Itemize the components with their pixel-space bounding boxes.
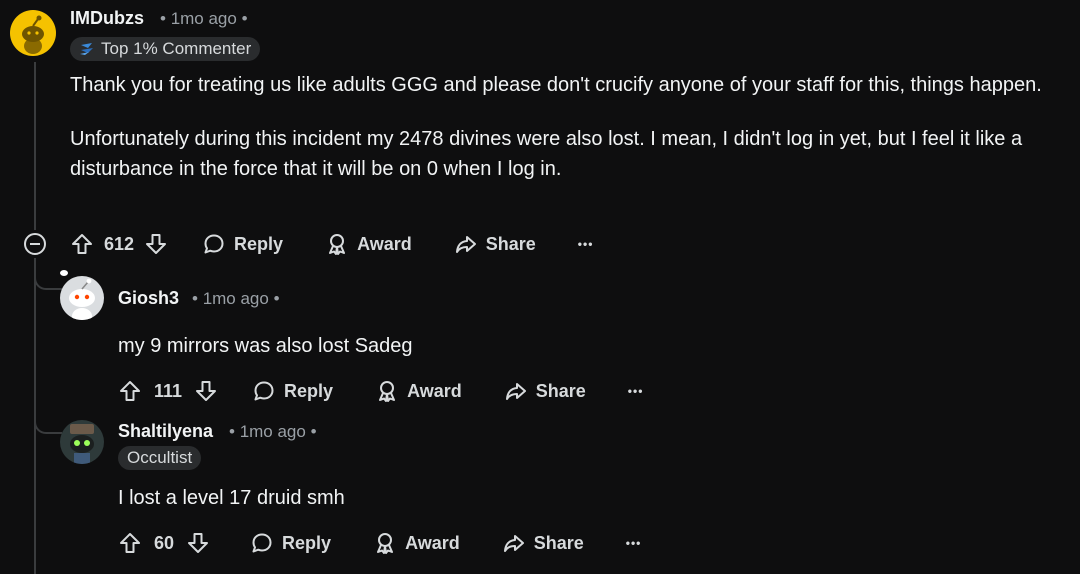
more-options-button[interactable]: ••• (628, 384, 644, 398)
reply-label: Reply (282, 532, 332, 553)
award-label: Award (407, 380, 462, 401)
upvote-arrow-icon (72, 234, 92, 254)
downvote-button[interactable] (186, 531, 210, 555)
avatar[interactable] (60, 420, 104, 464)
share-label: Share (535, 380, 586, 401)
speech-bubble-icon (254, 381, 274, 401)
user-flair: Top 1% Commenter (70, 37, 261, 61)
flair-label: Top 1% Commenter (101, 39, 252, 58)
reply-button[interactable]: Reply (202, 232, 283, 256)
downvote-arrow-icon (188, 533, 209, 553)
top-commenter-icon (80, 43, 93, 55)
upvote-arrow-icon (120, 381, 140, 401)
comment-action-bar: 60 Reply Award Share ••• (118, 527, 641, 559)
award-button[interactable]: Award (325, 232, 412, 256)
award-button[interactable]: Award (373, 531, 460, 555)
reply-button[interactable]: Reply (250, 531, 331, 555)
award-ribbon-icon (329, 234, 346, 255)
collapse-minus-icon (30, 243, 40, 245)
custom-avatar-icon (70, 424, 94, 464)
upvote-button[interactable] (70, 232, 94, 256)
flair-label: Occultist (127, 448, 193, 467)
comment-username[interactable]: Giosh3 (118, 288, 179, 309)
share-button[interactable]: Share (504, 379, 586, 403)
share-button[interactable]: Share (454, 232, 536, 256)
comment-timestamp: • 1mo ago • (229, 422, 317, 441)
share-button[interactable]: Share (502, 531, 584, 555)
award-ribbon-icon (379, 381, 396, 402)
share-label: Share (533, 532, 584, 553)
avatar[interactable] (60, 276, 104, 320)
speech-dots-decoration (60, 270, 68, 276)
share-arrow-icon (505, 383, 526, 400)
downvote-button[interactable] (194, 379, 218, 403)
vote-count: 111 (154, 380, 183, 401)
comment-username[interactable]: IMDubzs (70, 8, 144, 29)
comment-paragraph: my 9 mirrors was also lost Sadeg (118, 335, 413, 357)
comment-body: Thank you for treating us like adults GG… (70, 70, 1070, 208)
reply-label: Reply (284, 380, 334, 401)
snoo-avatar-icon (69, 278, 95, 320)
comment-paragraph: I lost a level 17 druid smh (118, 487, 345, 509)
more-options-button[interactable]: ••• (578, 237, 594, 251)
reply-label: Reply (234, 233, 284, 254)
thread-line-main (34, 62, 36, 230)
thread-branch-2 (34, 414, 62, 434)
more-options-button[interactable]: ••• (626, 536, 642, 550)
vote-count: 60 (154, 532, 175, 553)
speech-bubble-icon (252, 533, 272, 553)
comment-timestamp: • 1mo ago • (192, 289, 280, 308)
reply-button[interactable]: Reply (252, 379, 333, 403)
comment-action-bar: 111 Reply Award Share ••• (118, 375, 643, 407)
upvote-arrow-icon (120, 533, 140, 553)
award-label: Award (357, 233, 412, 254)
downvote-arrow-icon (196, 381, 217, 401)
thread-branch-1 (34, 270, 62, 290)
downvote-arrow-icon (146, 234, 167, 254)
comment-paragraph: Unfortunately during this incident my 24… (70, 128, 1023, 180)
downvote-button[interactable] (144, 232, 168, 256)
comment-action-bar: 612 Reply Award Share ••• (70, 228, 593, 260)
speech-bubble-icon (204, 234, 224, 254)
upvote-button[interactable] (118, 531, 142, 555)
upvote-button[interactable] (118, 379, 142, 403)
comment-timestamp: • 1mo ago • (160, 9, 248, 28)
share-arrow-icon (455, 236, 476, 253)
award-label: Award (405, 532, 460, 553)
share-arrow-icon (503, 535, 524, 552)
user-flair: Occultist (118, 446, 202, 470)
award-ribbon-icon (377, 533, 394, 554)
award-button[interactable]: Award (375, 379, 462, 403)
snoo-avatar-icon (22, 15, 44, 54)
avatar[interactable] (10, 10, 56, 56)
vote-count: 612 (104, 233, 135, 254)
comment-username[interactable]: Shaltilyena (118, 421, 213, 442)
comment-paragraph: Thank you for treating us like adults GG… (70, 74, 1042, 96)
collapse-thread-button[interactable] (24, 233, 46, 255)
share-label: Share (485, 233, 536, 254)
